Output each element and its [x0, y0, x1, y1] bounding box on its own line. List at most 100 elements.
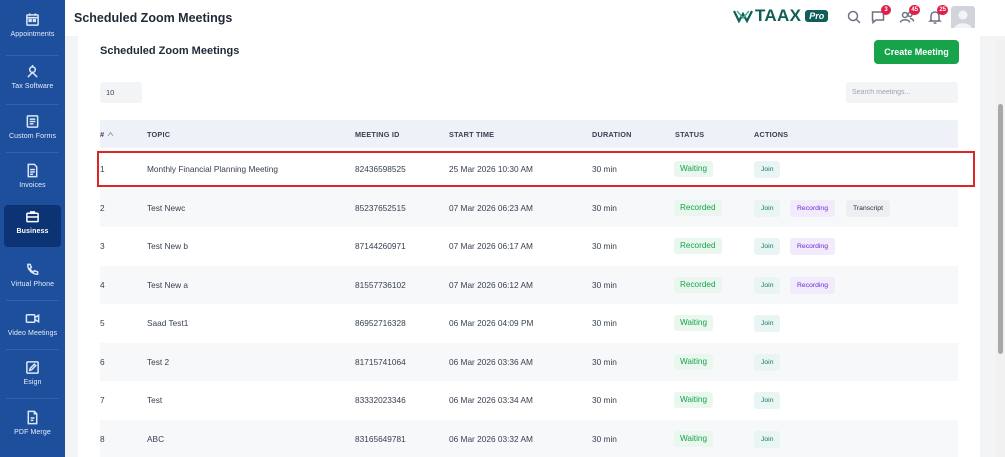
- status-badge: Waiting: [674, 161, 713, 177]
- chat-badge: 3: [881, 5, 891, 15]
- cell-duration: 30 min: [592, 241, 617, 251]
- sidebar-item-video-meetings[interactable]: Video Meetings: [4, 307, 61, 349]
- cell-num: 5: [100, 318, 105, 328]
- status-badge: Recorded: [674, 277, 722, 293]
- table-row[interactable]: 1 Monthly Financial Planning Meeting 82436…: [100, 150, 958, 188]
- table-header: # TOPIC MEETING ID START TIME DURATION S…: [100, 120, 958, 148]
- recording-button[interactable]: Recording: [790, 200, 835, 217]
- logo-text: TAAX: [755, 6, 802, 25]
- table-row[interactable]: 4 Test New a 81557736102 07 Mar 2026 06:12 …: [100, 266, 958, 304]
- join-button[interactable]: Join: [754, 431, 781, 448]
- join-button[interactable]: Join: [754, 238, 781, 255]
- chat-button[interactable]: 3: [870, 5, 891, 25]
- status-badge: Recorded: [674, 200, 722, 216]
- cell-num: 6: [100, 357, 105, 367]
- cell-num: 4: [100, 280, 105, 290]
- cell-meeting-id: 81715741064: [355, 357, 406, 367]
- table-row[interactable]: 7 Test 83332023346 06 Mar 2026 03:34 AM 30 m…: [100, 381, 958, 419]
- cell-meeting-id: 83165649781: [355, 434, 406, 444]
- cell-topic: Test New b: [147, 241, 189, 251]
- transcript-button[interactable]: Transcript: [846, 200, 890, 217]
- column-header-status[interactable]: STATUS: [675, 130, 704, 139]
- cell-duration: 30 min: [592, 434, 617, 444]
- column-header-duration[interactable]: DURATION: [592, 130, 632, 139]
- sidebar-item-label: Video Meetings: [7, 330, 58, 337]
- join-button[interactable]: Join: [754, 277, 781, 294]
- join-button[interactable]: Join: [754, 161, 781, 178]
- scrollbar-thumb[interactable]: [998, 104, 1003, 354]
- sidebar-item-virtual-phone[interactable]: Virtual Phone: [4, 258, 61, 300]
- recording-button[interactable]: Recording: [790, 277, 835, 294]
- taax-logo[interactable]: TAAX Pro: [733, 6, 829, 25]
- sidebar-item-custom-forms[interactable]: Custom Forms: [4, 110, 61, 152]
- table-row[interactable]: 2 Test Newc 85237652515 07 Mar 2026 06:23 A…: [100, 189, 958, 227]
- join-button[interactable]: Join: [754, 354, 781, 371]
- table-row[interactable]: 3 Test New b 87144260971 07 Mar 2026 06:17 …: [100, 227, 958, 265]
- tax-icon: [27, 64, 38, 78]
- cell-start-time: 06 Mar 2026 04:09 PM: [449, 318, 534, 328]
- cell-duration: 30 min: [592, 318, 617, 328]
- divider: [6, 104, 59, 105]
- cell-duration: 30 min: [592, 280, 617, 290]
- avatar[interactable]: [951, 6, 975, 30]
- section-title: Scheduled Zoom Meetings: [100, 45, 240, 57]
- sidebar-item-label: Appointments: [10, 31, 55, 38]
- user-avatar-icon: [954, 10, 972, 30]
- column-header-num[interactable]: #: [100, 130, 114, 139]
- cell-meeting-id: 82436598525: [355, 164, 406, 174]
- scrollbar[interactable]: [996, 40, 1005, 457]
- status-badge: Waiting: [674, 392, 713, 408]
- notifications-button[interactable]: 25: [927, 5, 948, 25]
- users-button[interactable]: 45: [899, 5, 920, 25]
- cell-topic: Test 2: [147, 357, 170, 367]
- table-row[interactable]: 6 Test 2 81715741064 06 Mar 2026 03:36 AM 30…: [100, 343, 958, 381]
- page-size-select[interactable]: 10: [100, 82, 142, 103]
- column-header-start-time[interactable]: START TIME: [449, 130, 494, 139]
- cell-duration: 30 min: [592, 357, 617, 367]
- sidebar-item-appointments[interactable]: Appointments: [4, 8, 61, 50]
- column-header-topic[interactable]: TOPIC: [147, 130, 170, 139]
- sidebar-item-label: Business: [16, 228, 49, 235]
- search-button[interactable]: [846, 9, 862, 25]
- search-input[interactable]: [846, 82, 958, 103]
- sidebar-item-label: Invoices: [19, 182, 46, 189]
- calendar-icon: [26, 13, 39, 26]
- phone-icon: [27, 263, 39, 275]
- sidebar-item-business[interactable]: Business: [4, 205, 61, 247]
- sidebar-item-label: PDF Merge: [14, 429, 51, 436]
- divider: [6, 398, 59, 399]
- cell-num: 1: [100, 164, 105, 174]
- column-header-actions: ACTIONS: [754, 130, 789, 139]
- cell-topic: Test New a: [147, 280, 189, 290]
- sidebar-item-tax-software[interactable]: Tax Software: [4, 60, 61, 102]
- cell-start-time: 07 Mar 2026 06:12 AM: [449, 280, 533, 290]
- recording-button[interactable]: Recording: [790, 238, 835, 255]
- sidebar-item-label: Tax Software: [11, 83, 54, 90]
- cell-meeting-id: 85237652515: [355, 203, 406, 213]
- cell-num: 8: [100, 434, 105, 444]
- video-icon: [25, 313, 40, 324]
- sidebar-item-label: Esign: [23, 379, 42, 386]
- join-button[interactable]: Join: [754, 315, 781, 332]
- status-badge: Waiting: [674, 354, 713, 370]
- cell-num: 3: [100, 241, 105, 251]
- page-title: Scheduled Zoom Meetings: [74, 11, 233, 25]
- table-row[interactable]: 8 ABC 83165649781 06 Mar 2026 03:32 AM 30 mi…: [100, 420, 958, 457]
- sidebar-item-invoices[interactable]: Invoices: [4, 159, 61, 201]
- sidebar-item-pdf-merge[interactable]: PDF Merge: [4, 406, 61, 448]
- join-button[interactable]: Join: [754, 392, 781, 409]
- sort-up-icon: [107, 131, 113, 137]
- column-header-meeting-id[interactable]: MEETING ID: [355, 130, 400, 139]
- sidebar: Appointments Tax Software Custom Forms I…: [0, 0, 65, 457]
- cell-start-time: 06 Mar 2026 03:36 AM: [449, 357, 533, 367]
- sidebar-item-esign[interactable]: Esign: [4, 356, 61, 398]
- cell-meeting-id: 87144260971: [355, 241, 406, 251]
- logo-mark-icon: [733, 10, 753, 24]
- join-button[interactable]: Join: [754, 200, 781, 217]
- divider: [6, 300, 59, 301]
- table-row[interactable]: 5 Saad Test1 86952716328 06 Mar 2026 04:09 …: [100, 304, 958, 342]
- users-badge: 45: [909, 5, 920, 15]
- create-meeting-button[interactable]: Create Meeting: [874, 40, 959, 64]
- cell-start-time: 07 Mar 2026 06:23 AM: [449, 203, 533, 213]
- cell-duration: 30 min: [592, 395, 617, 405]
